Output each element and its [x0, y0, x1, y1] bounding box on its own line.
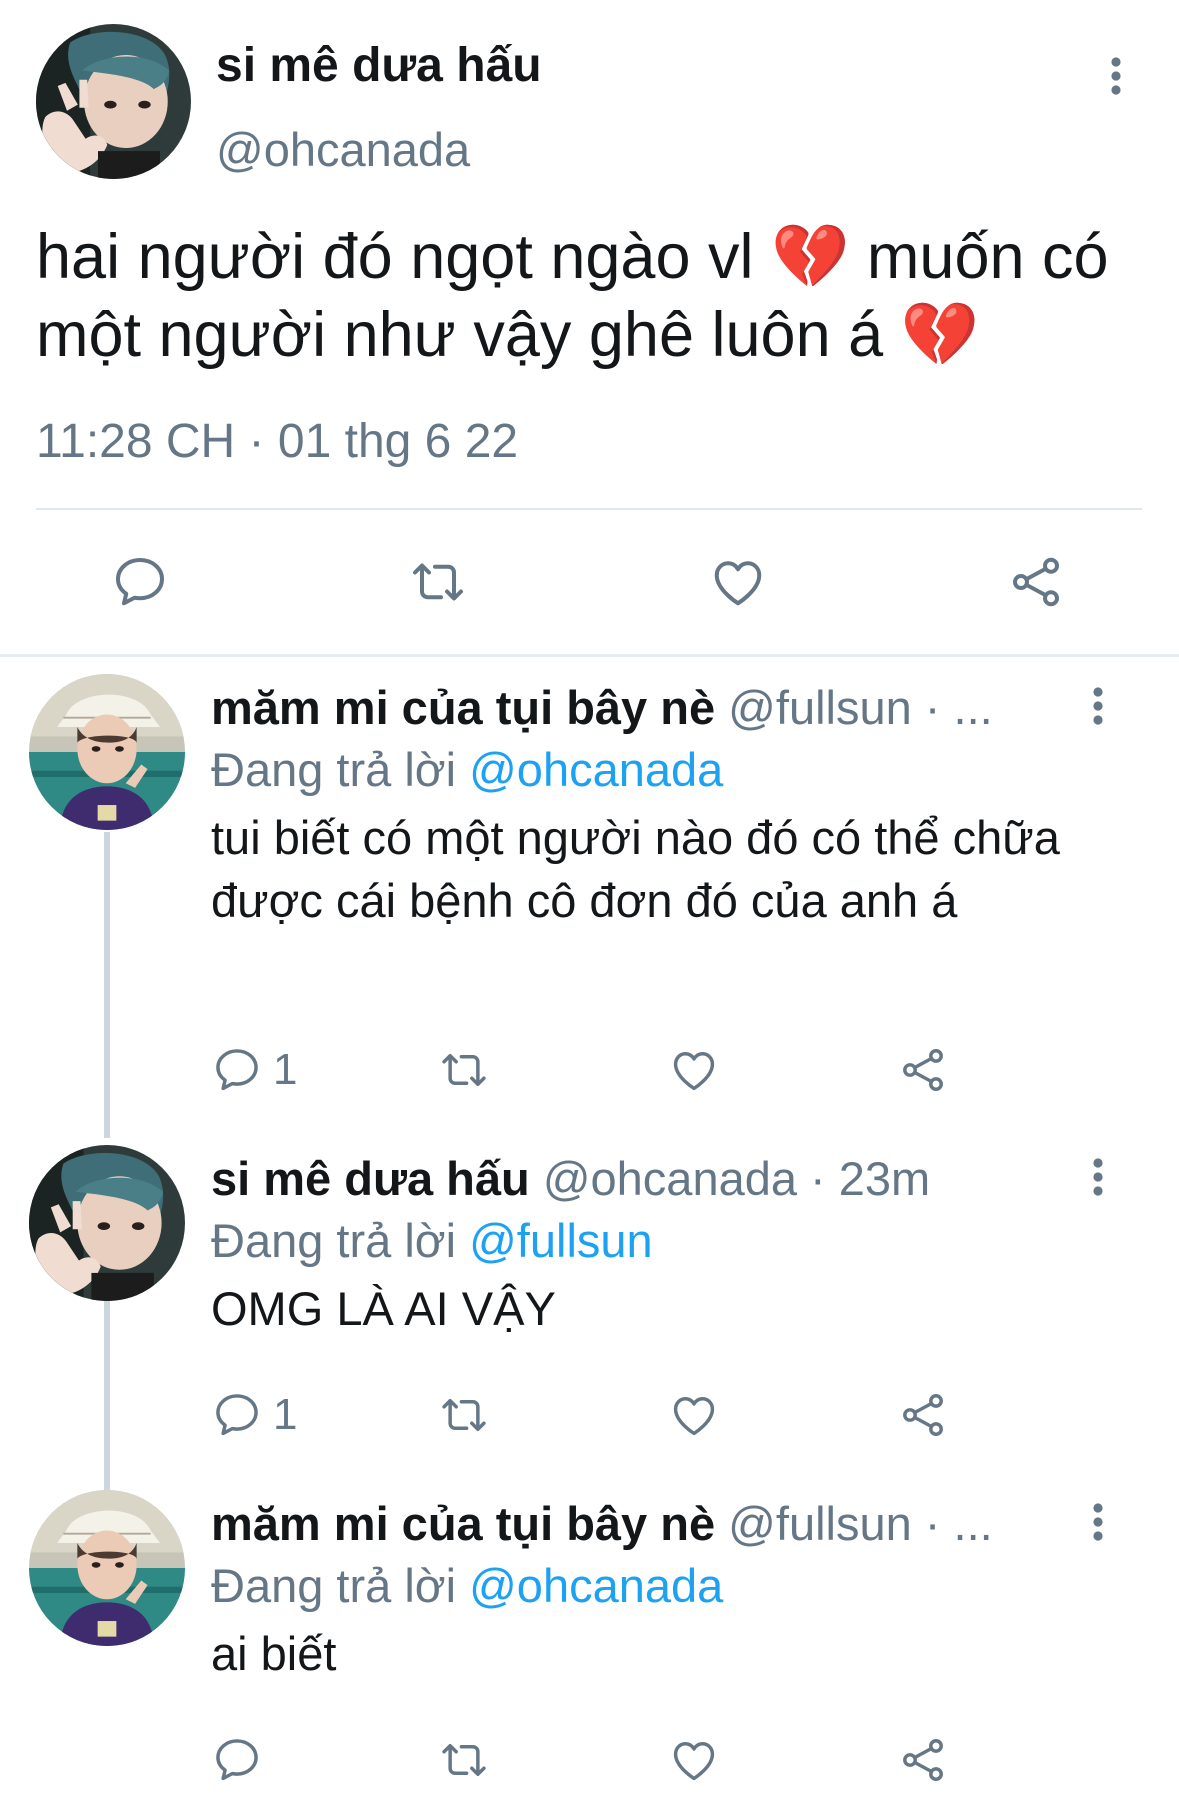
reply-icon — [211, 1734, 263, 1786]
reply-icon — [110, 552, 170, 612]
reply-icon — [211, 1044, 263, 1096]
retweet-button[interactable] — [438, 1042, 490, 1098]
user-photo-avatar-icon — [29, 1490, 185, 1646]
share-button[interactable] — [1006, 552, 1066, 612]
author-handle-time: @ohcanada · 23m — [542, 1152, 931, 1205]
reply-header[interactable]: măm mi của tụi bây nè @fullsun · ... — [211, 1496, 1041, 1551]
reply-count: 1 — [273, 1390, 298, 1439]
reply-text: OMG LÀ AI VẬY — [211, 1282, 556, 1335]
divider — [36, 508, 1142, 510]
retweet-button[interactable] — [408, 552, 468, 612]
replying-to: Đang trả lời @ohcanada — [211, 1558, 723, 1613]
retweet-icon — [408, 552, 468, 612]
share-icon — [897, 1389, 949, 1441]
mention-link[interactable]: @fullsun — [469, 1214, 653, 1267]
mention-link[interactable]: @ohcanada — [469, 1559, 723, 1612]
like-icon — [668, 1044, 720, 1096]
reply-text: tui biết có một người nào đó có thể chữa… — [211, 811, 1060, 927]
reply-button[interactable]: 1 — [211, 1042, 297, 1098]
section-separator — [0, 654, 1179, 657]
retweet-icon — [438, 1734, 490, 1786]
tweet-timestamp[interactable]: 11:28 CH · 01 thg 6 22 — [36, 414, 518, 469]
like-icon — [668, 1389, 720, 1441]
reply-tweet: măm mi của tụi bây nè @fullsun · ... Đan… — [0, 1490, 1179, 1812]
reply-header[interactable]: si mê dưa hấu @ohcanada · 23m — [211, 1151, 1041, 1206]
replying-prefix: Đang trả lời — [211, 1559, 457, 1612]
author-name: măm mi của tụi bây nè — [211, 1497, 716, 1550]
tweet-text: hai người đó ngọt ngào vl 💔 muốn có một … — [36, 222, 1109, 370]
avatar[interactable] — [29, 1145, 185, 1301]
like-button[interactable] — [708, 552, 768, 612]
author-name[interactable]: si mê dưa hấu — [216, 38, 542, 93]
avatar[interactable] — [36, 24, 191, 179]
reply-count: 1 — [273, 1045, 298, 1094]
like-button[interactable] — [668, 1387, 720, 1443]
author-name: si mê dưa hấu — [211, 1152, 530, 1205]
reply-tweet: măm mi của tụi bây nè @fullsun · ... Đan… — [0, 674, 1179, 1134]
user-photo-avatar-icon — [29, 674, 185, 830]
reply-text: ai biết — [211, 1627, 337, 1680]
like-button[interactable] — [668, 1042, 720, 1098]
author-name: măm mi của tụi bây nè — [211, 681, 716, 734]
more-options-icon[interactable] — [1080, 682, 1116, 730]
replying-to: Đang trả lời @fullsun — [211, 1213, 653, 1268]
main-tweet: si mê dưa hấu @ohcanada hai người đó ngọ… — [0, 0, 1179, 655]
reply-tweet: si mê dưa hấu @ohcanada · 23m Đang trả l… — [0, 1145, 1179, 1465]
share-button[interactable] — [897, 1732, 949, 1788]
replying-prefix: Đang trả lời — [211, 743, 457, 796]
share-button[interactable] — [897, 1042, 949, 1098]
more-options-icon[interactable] — [1080, 1498, 1116, 1546]
reply-icon — [211, 1389, 263, 1441]
author-handle-time: @fullsun · ... — [728, 1497, 993, 1550]
share-icon — [897, 1044, 949, 1096]
reply-button[interactable] — [211, 1732, 263, 1788]
reply-header[interactable]: măm mi của tụi bây nè @fullsun · ... — [211, 680, 1041, 735]
share-icon — [1006, 552, 1066, 612]
reply-button[interactable] — [110, 552, 170, 612]
like-icon — [708, 552, 768, 612]
user-photo-avatar-icon — [36, 24, 191, 179]
replying-to: Đang trả lời @ohcanada — [211, 742, 723, 797]
author-handle[interactable]: @ohcanada — [216, 122, 470, 177]
user-photo-avatar-icon — [29, 1145, 185, 1301]
mention-link[interactable]: @ohcanada — [469, 743, 723, 796]
like-button[interactable] — [668, 1732, 720, 1788]
retweet-icon — [438, 1389, 490, 1441]
replying-prefix: Đang trả lời — [211, 1214, 457, 1267]
retweet-button[interactable] — [438, 1387, 490, 1443]
reply-button[interactable]: 1 — [211, 1387, 297, 1443]
share-button[interactable] — [897, 1387, 949, 1443]
more-options-icon[interactable] — [1080, 1153, 1116, 1201]
share-icon — [897, 1734, 949, 1786]
avatar[interactable] — [29, 674, 185, 830]
retweet-button[interactable] — [438, 1732, 490, 1788]
retweet-icon — [438, 1044, 490, 1096]
like-icon — [668, 1734, 720, 1786]
more-options-icon[interactable] — [1098, 52, 1134, 100]
author-handle-time: @fullsun · ... — [728, 681, 993, 734]
avatar[interactable] — [29, 1490, 185, 1646]
